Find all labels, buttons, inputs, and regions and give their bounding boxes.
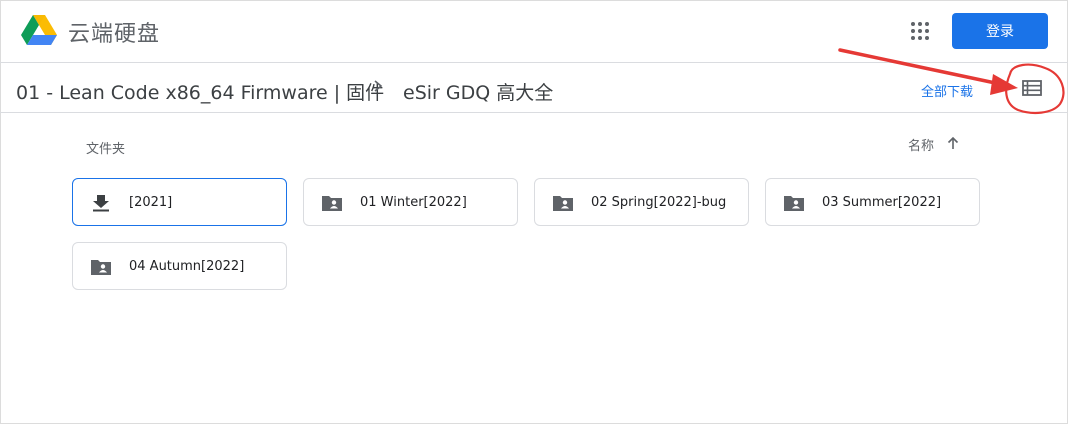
shared-folder-icon <box>784 196 804 211</box>
login-button[interactable]: 登录 <box>952 13 1048 49</box>
folder-name: 01 Winter[2022] <box>360 195 467 210</box>
download-all-button[interactable]: 全部下载 <box>921 81 973 100</box>
top-header: 云端硬盘 登录 <box>0 0 1068 63</box>
folder-card[interactable]: 03 Summer[2022] <box>765 178 980 226</box>
app-title: 云端硬盘 <box>68 22 161 47</box>
list-view-icon[interactable] <box>1022 80 1042 96</box>
folder-name: [2021] <box>129 195 173 210</box>
folder-name: 03 Summer[2022] <box>822 195 942 210</box>
shared-folder-icon <box>91 260 111 275</box>
folders-section-label: 文件夹 <box>86 142 126 157</box>
folder-name: 04 Autumn[2022] <box>129 259 245 274</box>
folder-card[interactable]: 04 Autumn[2022] <box>72 242 287 290</box>
folder-card[interactable]: 02 Spring[2022]-bug <box>534 178 749 226</box>
shared-folder-icon <box>553 196 573 211</box>
breadcrumb: 01 - Lean Code x86_64 Firmware | 固件 eSir… <box>0 63 1068 113</box>
arrow-up-icon[interactable] <box>946 136 960 150</box>
apps-grid-icon[interactable] <box>910 21 930 41</box>
folder-name: 02 Spring[2022]-bug <box>591 195 727 210</box>
download-icon <box>93 195 109 212</box>
google-drive-logo[interactable] <box>21 13 57 47</box>
breadcrumb-current[interactable]: eSir GDQ 高大全 <box>403 78 553 105</box>
breadcrumb-parent[interactable]: 01 - Lean Code x86_64 Firmware | 固件 <box>16 78 384 105</box>
folder-card[interactable]: [2021] <box>72 178 287 226</box>
chevron-right-icon <box>374 80 383 92</box>
folder-card[interactable]: 01 Winter[2022] <box>303 178 518 226</box>
shared-folder-icon <box>322 196 342 211</box>
sort-by-name-button[interactable]: 名称 <box>908 135 934 154</box>
